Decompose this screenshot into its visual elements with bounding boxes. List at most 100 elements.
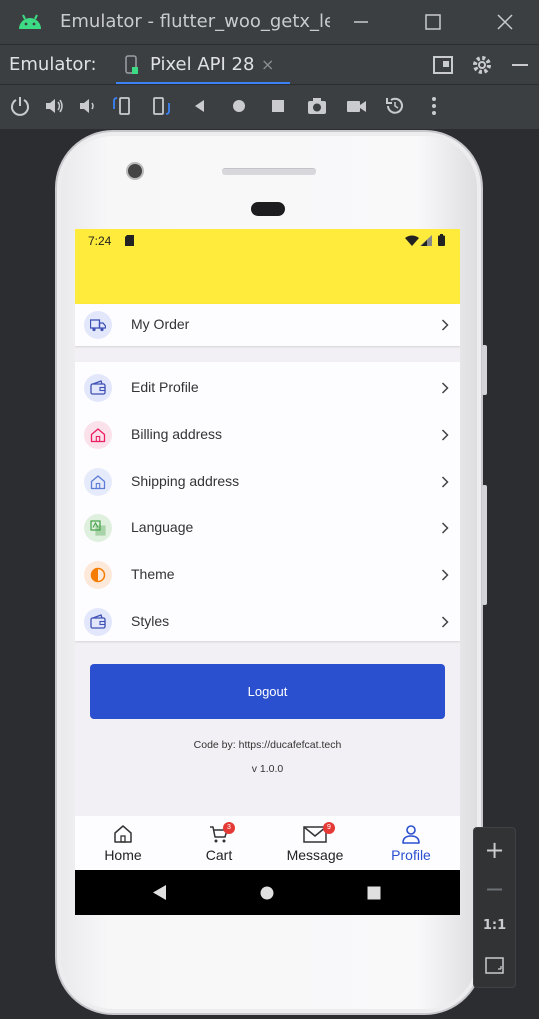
phone-screen: 7:24 My Order Edit Profile Billing addre… bbox=[75, 229, 460, 915]
person-icon bbox=[402, 825, 420, 844]
menu-row-styles[interactable]: Styles bbox=[75, 599, 460, 646]
menu-label: Language bbox=[131, 519, 194, 536]
zoom-out-button[interactable]: − bbox=[474, 875, 515, 903]
chevron-right-icon bbox=[441, 429, 449, 441]
snapshot-restore-icon[interactable] bbox=[384, 95, 406, 117]
menu-row-shipping-address[interactable]: Shipping address bbox=[75, 459, 460, 506]
chevron-right-icon bbox=[441, 569, 449, 581]
rotate-right-icon[interactable] bbox=[150, 95, 172, 117]
truck-icon-circle bbox=[84, 311, 112, 339]
proximity-sensor bbox=[251, 202, 285, 216]
nav-home[interactable]: Home bbox=[75, 816, 171, 870]
volume-up-icon[interactable] bbox=[43, 95, 65, 117]
home-icon-circle bbox=[84, 467, 112, 496]
nav-profile-label: Profile bbox=[391, 847, 431, 863]
wallet-icon-circle bbox=[84, 608, 112, 636]
cart-badge: 3 bbox=[223, 822, 235, 834]
emulator-label: Emulator: bbox=[9, 54, 97, 75]
system-back-icon[interactable] bbox=[153, 885, 167, 900]
nav-message[interactable]: 9 Message bbox=[267, 816, 363, 870]
translate-icon bbox=[90, 520, 106, 536]
zoom-in-button[interactable]: + bbox=[474, 836, 515, 864]
message-badge: 9 bbox=[323, 822, 335, 834]
phone-volume-button bbox=[482, 485, 487, 605]
menu-row-theme[interactable]: Theme bbox=[75, 552, 460, 599]
back-icon[interactable] bbox=[189, 95, 211, 117]
zoom-actual-size-button[interactable]: 1:1 bbox=[474, 918, 515, 933]
zoom-panel: + − 1:1 bbox=[473, 827, 516, 988]
translate-icon-circle bbox=[84, 514, 112, 543]
earpiece-speaker bbox=[222, 168, 316, 175]
logout-button[interactable]: Logout bbox=[90, 664, 445, 719]
battery-icon bbox=[438, 234, 445, 246]
signal-icon bbox=[420, 235, 432, 246]
chevron-right-icon bbox=[441, 476, 449, 488]
camera-icon[interactable] bbox=[306, 95, 328, 117]
wallet-icon-circle bbox=[84, 374, 112, 402]
credit-text: Code by: https://ducafefcat.tech bbox=[193, 739, 342, 751]
screen-record-icon[interactable] bbox=[345, 95, 367, 117]
more-options-icon[interactable] bbox=[423, 95, 445, 117]
volume-down-icon[interactable] bbox=[77, 95, 99, 117]
chevron-right-icon bbox=[441, 616, 449, 628]
nav-cart-label: Cart bbox=[205, 847, 233, 863]
tab-close-icon[interactable]: × bbox=[261, 55, 274, 74]
tab-label: Pixel API 28 bbox=[150, 54, 255, 75]
overview-icon[interactable] bbox=[267, 95, 289, 117]
window-title: Emulator - flutter_woo_getx_le bbox=[60, 11, 330, 32]
android-logo-icon bbox=[19, 14, 41, 29]
menu-label: My Order bbox=[131, 316, 190, 332]
contrast-icon-circle bbox=[84, 561, 112, 590]
menu-label: Edit Profile bbox=[131, 379, 199, 395]
menu-row-language[interactable]: Language bbox=[75, 505, 460, 552]
window-title-bar: Emulator - flutter_woo_getx_le bbox=[0, 0, 539, 44]
menu-label: Shipping address bbox=[131, 472, 240, 489]
system-home-icon[interactable] bbox=[260, 886, 274, 900]
emulator-toolbar bbox=[0, 84, 539, 129]
app-status-bar: 7:24 bbox=[75, 229, 460, 304]
wallet-icon bbox=[90, 380, 106, 395]
nav-profile[interactable]: Profile bbox=[363, 816, 459, 870]
phone-side-button bbox=[482, 345, 487, 395]
settings-card: Edit Profile Billing address Shipping addr… bbox=[75, 362, 460, 641]
layout-icon[interactable] bbox=[431, 53, 455, 77]
nav-message-label: Message bbox=[286, 847, 344, 863]
bottom-navigation: Home 3 Cart 9 Message Profile bbox=[75, 816, 460, 870]
home-icon bbox=[90, 428, 106, 442]
nav-home-label: Home bbox=[104, 847, 142, 863]
device-icon bbox=[125, 55, 138, 74]
wallet-icon bbox=[90, 614, 106, 629]
menu-row-edit-profile[interactable]: Edit Profile bbox=[75, 365, 460, 412]
wifi-icon bbox=[405, 235, 419, 246]
menu-label: Theme bbox=[131, 566, 175, 583]
minimize-icon[interactable] bbox=[349, 10, 373, 34]
fit-screen-icon[interactable] bbox=[485, 957, 504, 974]
order-card: My Order bbox=[75, 304, 460, 346]
menu-row-billing-address[interactable]: Billing address bbox=[75, 412, 460, 459]
status-time: 7:24 bbox=[88, 234, 112, 248]
rotate-left-icon[interactable] bbox=[111, 95, 133, 117]
menu-label: Styles bbox=[131, 613, 170, 629]
home-icon-circle bbox=[84, 420, 112, 449]
truck-icon bbox=[90, 319, 106, 332]
tab-pixel-api-28[interactable]: Pixel API 28 × bbox=[116, 45, 290, 85]
gear-icon[interactable] bbox=[470, 53, 494, 77]
home-icon bbox=[90, 474, 106, 489]
maximize-icon[interactable] bbox=[421, 10, 445, 34]
system-overview-icon[interactable] bbox=[367, 886, 381, 900]
power-icon[interactable] bbox=[9, 95, 31, 117]
chevron-right-icon bbox=[441, 382, 449, 394]
chevron-right-icon bbox=[441, 522, 449, 534]
system-navigation-bar bbox=[75, 870, 460, 915]
emulator-tab-bar: Emulator: Pixel API 28 × bbox=[0, 44, 539, 85]
menu-label: Billing address bbox=[131, 425, 223, 442]
chevron-right-icon bbox=[441, 319, 449, 331]
hide-panel-icon[interactable] bbox=[508, 53, 532, 77]
menu-row-my-order[interactable]: My Order bbox=[75, 304, 460, 346]
home-button-icon[interactable] bbox=[228, 95, 250, 117]
sd-card-icon bbox=[125, 235, 134, 246]
contrast-icon bbox=[90, 567, 106, 583]
home-icon bbox=[114, 825, 132, 843]
nav-cart[interactable]: 3 Cart bbox=[171, 816, 267, 870]
close-icon[interactable] bbox=[493, 10, 517, 34]
